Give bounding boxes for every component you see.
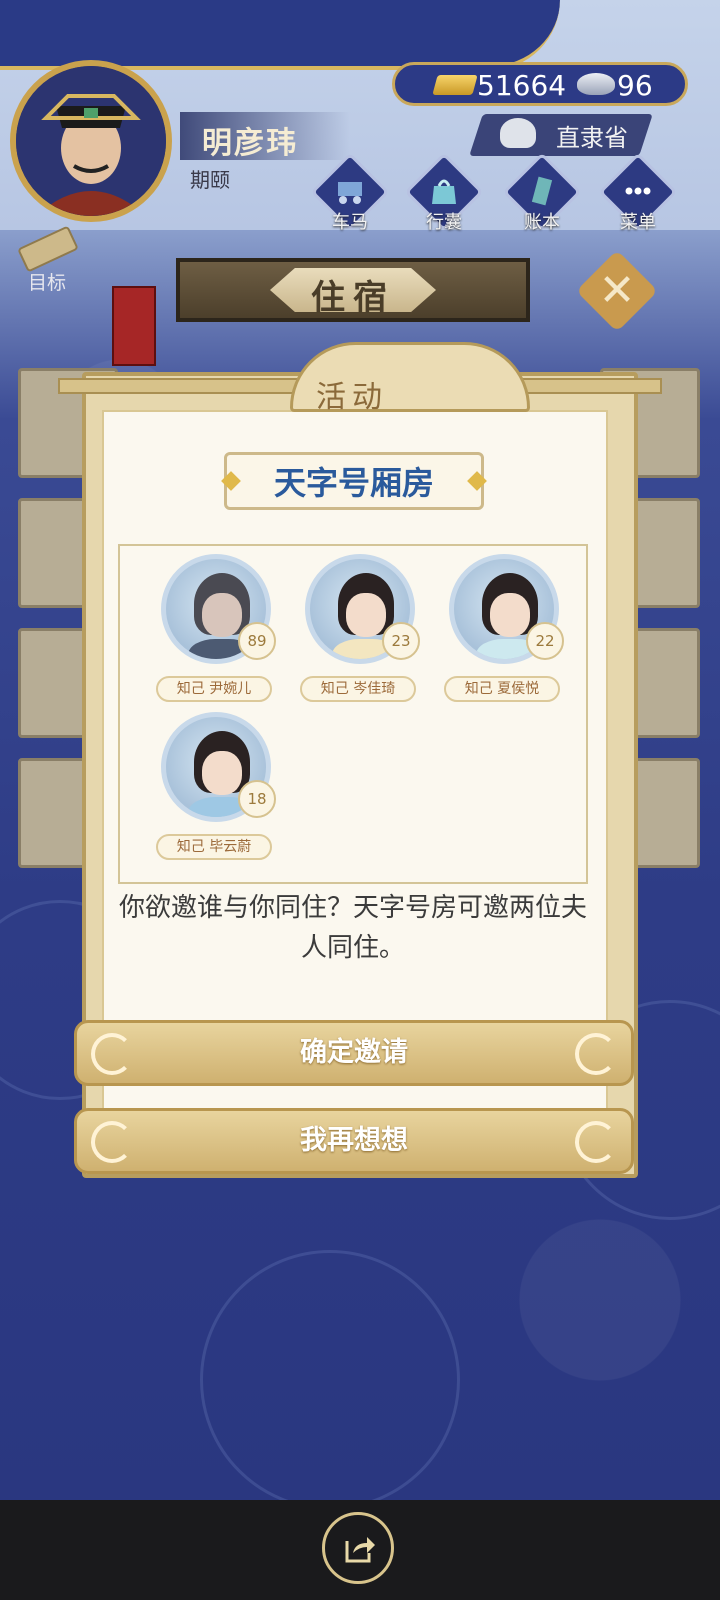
confirm-invite-button[interactable]: 确定邀请: [74, 1020, 634, 1086]
nav-label: 账本: [524, 212, 560, 233]
cloud-ornament-icon: [91, 1121, 133, 1163]
share-icon: [345, 1537, 375, 1563]
gold-amount: 51664: [477, 69, 567, 102]
cloud-ornament-icon: [575, 1121, 617, 1163]
teapot-icon: [500, 118, 536, 148]
screen-title: 住宿: [311, 278, 395, 318]
nav-menu-button[interactable]: 菜单: [598, 152, 678, 234]
player-name: 明彦玮: [202, 126, 298, 161]
nav-ledger-button[interactable]: 账本: [502, 152, 582, 234]
region-name: 直隶省: [556, 124, 628, 152]
official-portrait-icon: [16, 66, 166, 216]
player-age-title: 期颐: [190, 168, 230, 192]
nav-label: 车马: [332, 212, 368, 233]
affinity-badge: 89: [238, 622, 276, 660]
companion-name-tag: 知己 岑佳琦: [300, 676, 416, 702]
scroll-icon: [17, 225, 79, 273]
cloud-ornament-icon: [575, 1033, 617, 1075]
bag-icon: [432, 179, 456, 204]
currency-bar: 51664 96: [392, 62, 688, 106]
companion-card[interactable]: 23 知己 岑佳琦: [300, 554, 420, 714]
goal-label: 目标: [28, 272, 67, 294]
dialog-title: 活动: [316, 380, 388, 415]
close-icon[interactable]: ✕: [588, 262, 646, 320]
affinity-badge: 18: [238, 780, 276, 818]
room-name: 天字号厢房: [273, 464, 434, 502]
companion-name-tag: 知己 尹婉儿: [156, 676, 272, 702]
nav-bag-button[interactable]: 行囊: [404, 152, 484, 234]
confirm-invite-label: 确定邀请: [300, 1037, 408, 1068]
ledger-icon: [531, 176, 553, 206]
companion-name-tag: 知己 毕云蔚: [156, 834, 272, 860]
silver-ingot-icon: [577, 73, 615, 95]
silver-amount: 96: [617, 69, 653, 102]
companion-card[interactable]: 89 知己 尹婉儿: [156, 554, 276, 714]
goal-button[interactable]: 目标: [12, 225, 82, 294]
cloud-swirl: [200, 1250, 460, 1500]
affinity-badge: 23: [382, 622, 420, 660]
nav-label: 菜单: [620, 212, 656, 233]
menu-icon: [625, 187, 651, 195]
player-avatar[interactable]: [10, 60, 172, 222]
companion-card[interactable]: 18 知己 毕云蔚: [156, 712, 276, 872]
dialog-message: 你欲邀谁与你同住？天字号房可邀两位夫人同住。: [118, 893, 587, 963]
carriage-icon: [338, 182, 362, 204]
affinity-badge: 22: [526, 622, 564, 660]
nav-carriage-button[interactable]: 车马: [310, 152, 390, 234]
gold-ingot-icon: [432, 75, 478, 95]
share-button[interactable]: [322, 1512, 394, 1584]
reconsider-button[interactable]: 我再想想: [74, 1108, 634, 1174]
companion-card[interactable]: 22 知己 夏侯悦: [444, 554, 564, 714]
nav-label: 行囊: [426, 212, 462, 233]
companion-name-tag: 知己 夏侯悦: [444, 676, 560, 702]
cloud-ornament-icon: [91, 1033, 133, 1075]
reconsider-label: 我再想想: [300, 1125, 408, 1156]
